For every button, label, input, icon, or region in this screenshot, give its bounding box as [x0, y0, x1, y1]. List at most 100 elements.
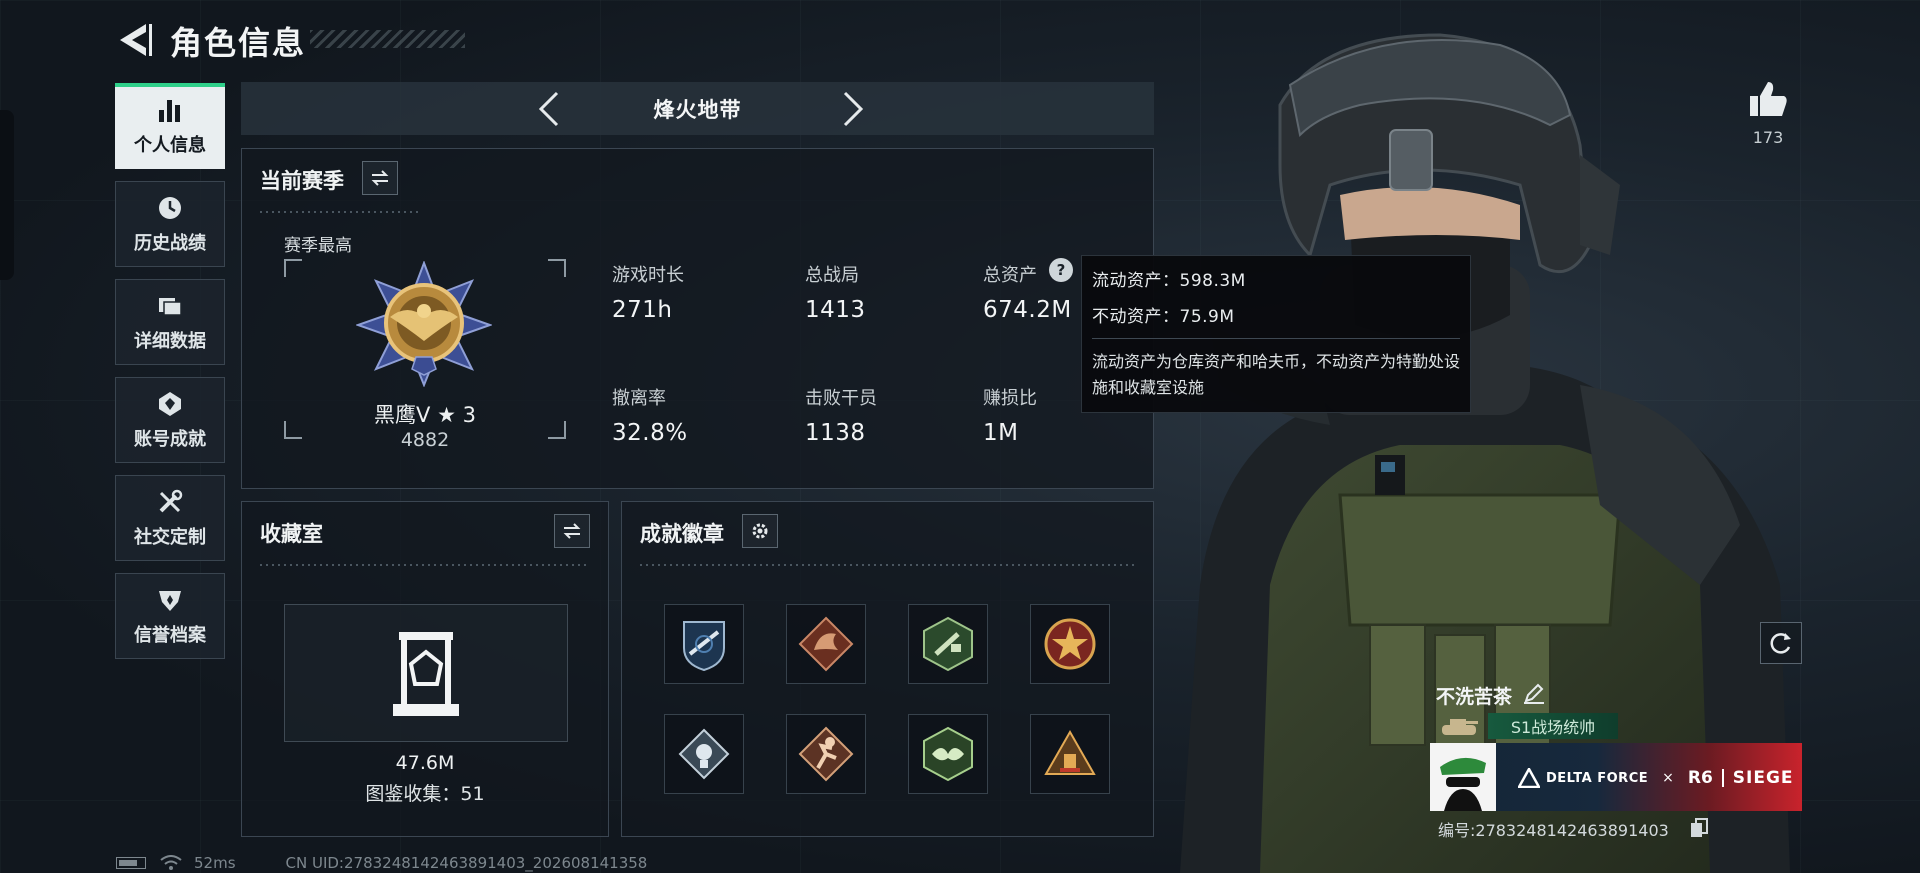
sidebar: 个人信息 历史战绩 详细数据 账号成就 社交定制 信誉档案 [115, 83, 225, 671]
reputation-icon [155, 585, 185, 615]
achievements-panel-title: 成就徽章 [640, 522, 724, 546]
sidebar-item-label: 账号成就 [134, 429, 206, 450]
stat-label: 撤离率 [612, 388, 666, 409]
copy-id-button[interactable] [1690, 818, 1708, 838]
shield-rifle-badge-icon [683, 621, 725, 672]
current-season-panel: 当前赛季 赛季最高 黑鹰V ★ 3 4882 游戏时长 271h 总战局 141… [241, 148, 1154, 489]
achievement-badge[interactable] [664, 714, 744, 794]
rank-frame: 黑鹰V ★ 3 4882 [284, 259, 566, 451]
mode-prev-button[interactable] [531, 89, 571, 129]
stat-label: 游戏时长 [612, 265, 684, 286]
season-panel-title: 当前赛季 [260, 169, 344, 193]
status-bar: 52ms CN UID:2783248142463891403_20260814… [116, 853, 647, 873]
player-id: 编号:2783248142463891403 [1438, 821, 1669, 840]
collection-room-panel: 收藏室 47.6M 图鉴收集：51 [241, 501, 609, 837]
player-title-tag: S1战场统帅 [1488, 713, 1618, 739]
swap-icon [371, 170, 389, 186]
collection-value: 47.6M [395, 752, 455, 774]
asset-tooltip: 流动资产：598.3M 不动资产：75.9M 流动资产为仓库资产和哈夫币，不动资… [1081, 255, 1471, 413]
stat-value: 1M [983, 420, 1019, 446]
achievement-badge[interactable] [664, 604, 744, 684]
stat-label: 总战局 [805, 265, 859, 286]
stat-extraction-rate: 撤离率 32.8% [612, 384, 688, 446]
stat-value: 1138 [805, 420, 866, 446]
banner-brand-delta: DELTA FORCE [1546, 770, 1649, 786]
mode-selector: 烽火地带 [241, 82, 1154, 135]
stat-operators-defeated: 击败干员 1138 [805, 384, 877, 446]
achievement-badge[interactable] [786, 714, 866, 794]
avatar [1430, 743, 1496, 811]
banner-brand-siege: SIEGE [1732, 768, 1794, 788]
achievement-badge[interactable] [786, 604, 866, 684]
sidebar-item-social-custom[interactable]: 社交定制 [115, 475, 225, 561]
stat-label: 赚损比 [983, 388, 1037, 409]
tooltip-divider [1092, 338, 1460, 339]
page-title: 角色信息 [170, 24, 307, 62]
achievement-badge[interactable] [908, 604, 988, 684]
player-name: 不洗苦茶 [1436, 686, 1513, 708]
pyramid-badge-icon [1044, 729, 1096, 775]
screen-edge-tab [0, 110, 14, 280]
divider [640, 564, 1135, 566]
back-button[interactable] [116, 20, 152, 60]
star-crest-badge-icon [1044, 618, 1096, 670]
dragon-badge-icon [798, 616, 854, 672]
ping-readout: 52ms [194, 854, 236, 872]
season-best-label: 赛季最高 [284, 236, 352, 256]
hexagon-tool-badge-icon [923, 616, 973, 672]
like-button[interactable] [1746, 78, 1790, 122]
tooltip-liquid-assets: 流动资产：598.3M [1092, 271, 1246, 291]
wing-hexagon-badge-icon [923, 726, 973, 782]
like-count: 173 [1752, 128, 1784, 147]
profile-banner[interactable]: DELTA FORCE × R6 SIEGE [1430, 743, 1802, 811]
sidebar-item-history[interactable]: 历史战绩 [115, 181, 225, 267]
season-switch-button[interactable] [362, 161, 398, 195]
tooltip-fixed-assets: 不动资产：75.9M [1092, 307, 1235, 327]
stat-value: 271h [612, 297, 673, 323]
asset-help-icon[interactable]: ? [1049, 258, 1073, 282]
achievement-badge[interactable] [1030, 604, 1110, 684]
stat-value: 1413 [805, 297, 866, 323]
thumbs-up-icon [1750, 82, 1787, 116]
edit-name-button[interactable] [1522, 683, 1546, 705]
achievements-settings-button[interactable] [742, 514, 778, 548]
sidebar-item-label: 个人信息 [134, 135, 206, 156]
banner-separator: × [1662, 770, 1674, 786]
achievement-badge[interactable] [1030, 714, 1110, 794]
mode-next-button[interactable] [831, 89, 871, 129]
sidebar-item-label: 详细数据 [134, 331, 206, 352]
back-arrow-icon [120, 24, 152, 56]
sidebar-item-reputation[interactable]: 信誉档案 [115, 573, 225, 659]
vault-case-icon [393, 632, 459, 716]
collection-panel-title: 收藏室 [260, 522, 323, 546]
title-decoration [310, 30, 465, 48]
folder-icon [155, 291, 185, 321]
collection-switch-button[interactable] [554, 514, 590, 548]
chevron-right-icon [843, 91, 864, 127]
divider [260, 564, 590, 566]
copy-icon [1691, 818, 1708, 837]
sidebar-item-label: 社交定制 [134, 527, 206, 548]
achievement-icon [155, 389, 185, 419]
refresh-button[interactable] [1760, 622, 1802, 664]
swap-icon [563, 523, 581, 539]
achievement-badge[interactable] [908, 714, 988, 794]
stat-value: 32.8% [612, 420, 688, 446]
tooltip-description: 流动资产为仓库资产和哈夫币，不动资产为特勤处设施和收藏室设施 [1092, 352, 1461, 397]
divider [260, 211, 420, 213]
banner-logo: DELTA FORCE × R6 SIEGE [1518, 765, 1794, 791]
character-info-screen: 角色信息 个人信息 历史战绩 详细数据 账号成就 社交定制 信誉档案 烽火地带 … [0, 0, 1920, 873]
sidebar-item-label: 信誉档案 [134, 625, 206, 646]
rank-name: 黑鹰V ★ 3 [374, 403, 476, 427]
achievement-badges-panel: 成就徽章 [621, 501, 1154, 837]
diamond-emblem-badge-icon [678, 728, 730, 780]
sidebar-item-personal-info[interactable]: 个人信息 [115, 83, 225, 169]
tank-title-icon [1442, 719, 1478, 735]
stat-total-matches: 总战局 1413 [805, 261, 866, 323]
chevron-left-icon [538, 91, 559, 127]
rank-score: 4882 [400, 429, 450, 451]
stat-playtime: 游戏时长 271h [612, 261, 684, 323]
sidebar-item-detailed-data[interactable]: 详细数据 [115, 279, 225, 365]
sidebar-item-achievements[interactable]: 账号成就 [115, 377, 225, 463]
banner-brand-r6: R6 [1687, 768, 1713, 788]
